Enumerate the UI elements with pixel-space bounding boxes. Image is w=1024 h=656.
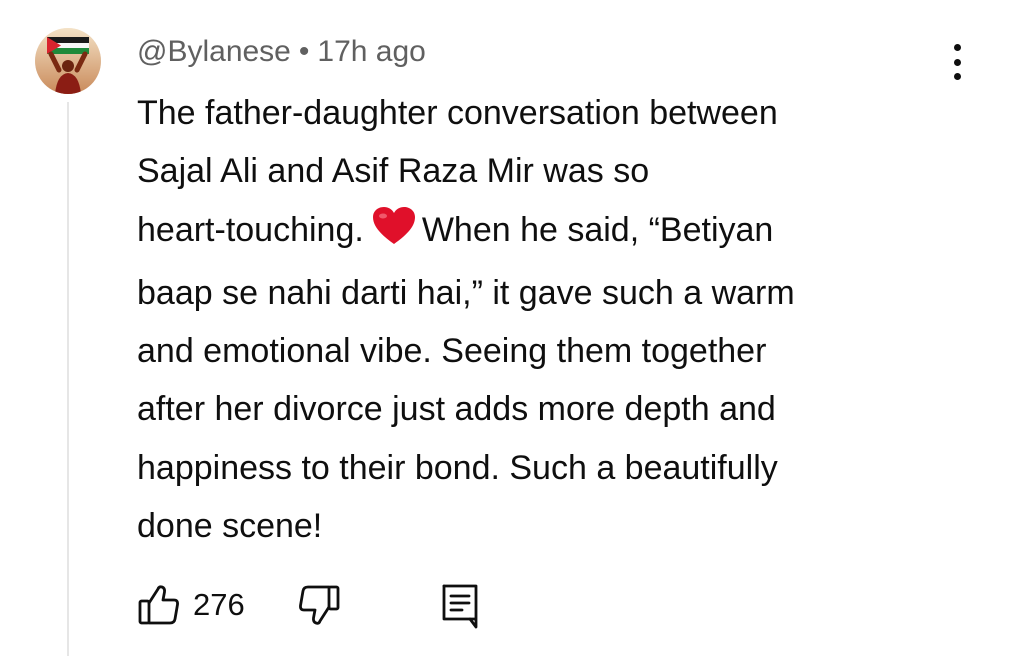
comment-text-line: happiness to their bond. Such a beautifu…	[137, 448, 778, 487]
comment-text-line: heart-touching. When he said, “Betiyan	[137, 201, 907, 264]
timestamp[interactable]: 17h ago	[317, 35, 425, 68]
comment-text-line: baap se nahi darti hai,” it gave such a …	[137, 273, 795, 312]
like-count: 276	[193, 587, 245, 622]
comment-text-line: Sajal Ali and Asif Raza Mir was so	[137, 152, 650, 191]
more-vert-icon-dot	[953, 73, 961, 80]
comment-text-line: and emotional vibe. Seeing them together	[137, 332, 767, 371]
more-vert-icon-dot	[953, 44, 961, 51]
comment-text-line: done scene!	[137, 507, 323, 546]
thread-line	[67, 102, 69, 656]
thumbs-up-icon	[137, 583, 181, 632]
comment-text-line: after her divorce just adds more depth a…	[137, 390, 776, 429]
comment: @Bylanese • 17h ago The father-daughter co…	[0, 0, 1024, 656]
comment-text: The father-daughter conversation between…	[137, 84, 907, 555]
reply-button[interactable]	[440, 583, 480, 634]
more-options-button[interactable]	[940, 40, 974, 84]
comment-text-segment: When he said, “Betiyan	[421, 210, 774, 249]
avatar[interactable]	[35, 28, 101, 94]
like-button[interactable]	[137, 583, 181, 632]
more-vert-icon-dot	[953, 58, 961, 66]
comment-text-segment: heart-touching.	[137, 210, 364, 249]
username[interactable]: @Bylanese	[137, 35, 291, 68]
comment-header: @Bylanese • 17h ago	[137, 33, 426, 71]
comment-reply-icon	[440, 583, 480, 634]
comment-text-line: The father-daughter conversation between	[137, 94, 778, 132]
dislike-button[interactable]	[297, 583, 341, 632]
thumbs-down-icon	[297, 583, 341, 632]
red-heart-emoji-icon	[372, 206, 416, 264]
separator-dot: •	[298, 35, 310, 68]
